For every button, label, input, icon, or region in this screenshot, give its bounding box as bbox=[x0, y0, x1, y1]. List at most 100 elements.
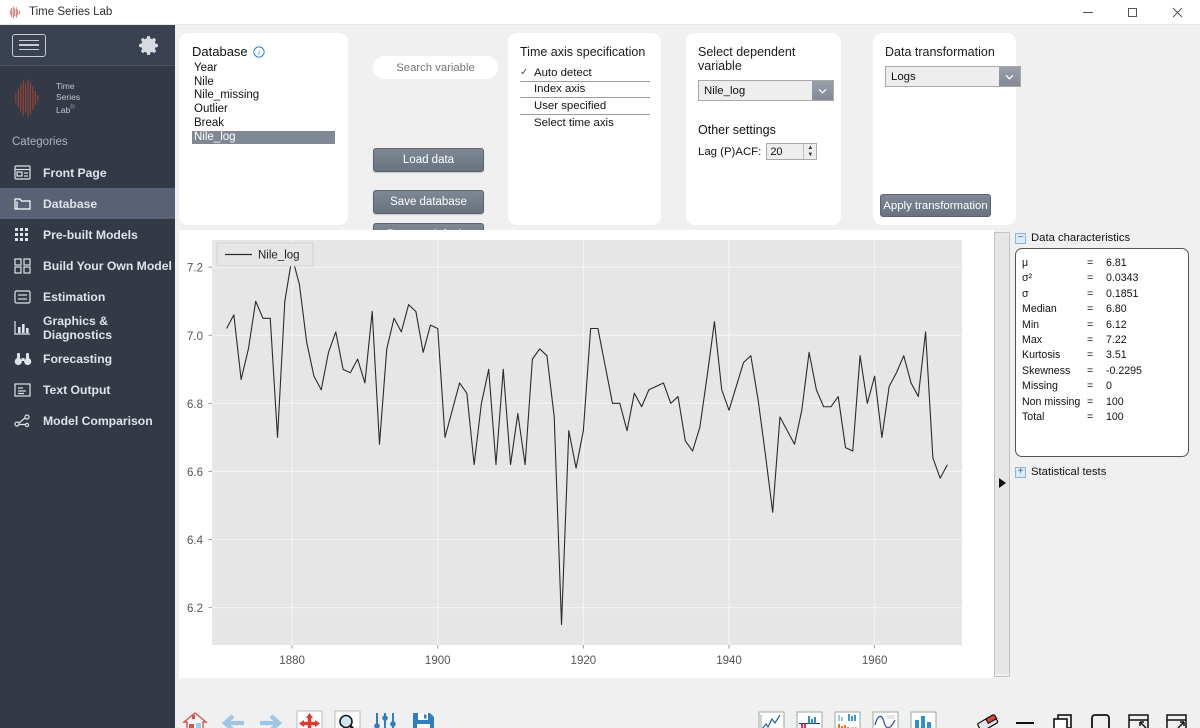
line-plot-icon[interactable] bbox=[756, 708, 786, 728]
stat-value: 100 bbox=[1106, 411, 1124, 424]
sidebar: Time Series Lab® Categories Front Page D… bbox=[0, 25, 175, 728]
hierarchy-icon bbox=[13, 411, 32, 430]
stat-row: Kurtosis = 3.51 bbox=[1022, 348, 1188, 363]
sidebar-item-database[interactable]: Database bbox=[0, 188, 175, 219]
db-variable-item[interactable]: Nile_missing bbox=[192, 89, 337, 103]
database-panel: Database i Year Nile Nile_missing Outlie… bbox=[179, 33, 348, 225]
chart-vertical-scrollbar[interactable] bbox=[994, 232, 1010, 677]
database-variable-list[interactable]: Year Nile Nile_missing Outlier Break Nil… bbox=[192, 62, 337, 145]
restore-down-window-icon[interactable] bbox=[1124, 708, 1154, 728]
eraser-icon[interactable] bbox=[972, 708, 1002, 728]
database-folder-icon bbox=[13, 194, 32, 213]
stat-key: σ bbox=[1022, 287, 1029, 300]
menu-hamburger-icon[interactable] bbox=[12, 33, 46, 57]
db-variable-item[interactable]: Nile bbox=[192, 76, 337, 90]
home-icon[interactable] bbox=[180, 708, 210, 728]
scrollbar-thumb[interactable] bbox=[995, 233, 1009, 674]
histogram-plot-icon[interactable] bbox=[908, 708, 938, 728]
sidebar-item-graphics-diagnostics[interactable]: Graphics & Diagnostics bbox=[0, 312, 175, 343]
dependent-variable-value: Nile_log bbox=[704, 84, 746, 97]
svg-text:7.0: 7.0 bbox=[187, 331, 203, 343]
data-characteristics-panel: μ = 6.81 σ² = 0.0343 σ = 0.1851 Median = 6.80 Min = 6.… bbox=[1015, 248, 1189, 457]
stepper-up-icon[interactable]: ▲ bbox=[804, 144, 816, 152]
stat-equals: = bbox=[1087, 411, 1094, 424]
stepper-arrows[interactable]: ▲ ▼ bbox=[803, 144, 816, 159]
sidebar-item-front-page[interactable]: Front Page bbox=[0, 157, 175, 188]
app-logo-icon bbox=[9, 6, 20, 18]
stat-equals: = bbox=[1087, 334, 1094, 347]
sidebar-item-build-your-own-model[interactable]: Build Your Own Model bbox=[0, 250, 175, 281]
density-plot-icon[interactable] bbox=[870, 708, 900, 728]
zoom-icon[interactable] bbox=[332, 708, 362, 728]
sidebar-item-label: Forecasting bbox=[43, 351, 113, 366]
configure-subplots-icon[interactable] bbox=[370, 708, 400, 728]
settings-gear-icon[interactable] bbox=[136, 33, 161, 58]
time-series-chart[interactable]: 6.2 6.4 6.6 6.8 7.0 7.2 1880 1900 1920 1940 1960 Ni… bbox=[179, 230, 994, 678]
multi-panel-plot-icon[interactable] bbox=[832, 708, 862, 728]
stat-equals: = bbox=[1087, 380, 1094, 393]
sidebar-item-label: Model Comparison bbox=[43, 413, 153, 428]
db-variable-item-selected[interactable]: Nile_log bbox=[192, 130, 335, 145]
stat-equals: = bbox=[1087, 303, 1094, 316]
stat-value: 6.80 bbox=[1106, 303, 1127, 316]
sidebar-item-estimation[interactable]: Estimation bbox=[0, 281, 175, 312]
forward-arrow-icon[interactable] bbox=[256, 708, 286, 728]
plot-type-toolbar bbox=[756, 708, 1192, 728]
back-arrow-icon[interactable] bbox=[218, 708, 248, 728]
stat-equals: = bbox=[1087, 395, 1094, 408]
stat-equals: = bbox=[1087, 272, 1094, 285]
search-variable-input[interactable] bbox=[373, 56, 498, 79]
expand-icon[interactable]: + bbox=[1015, 466, 1026, 478]
dependent-variable-select[interactable]: Nile_log bbox=[698, 80, 834, 101]
db-variable-item[interactable]: Break bbox=[192, 117, 337, 131]
apply-transformation-button[interactable]: Apply transformation bbox=[880, 194, 991, 217]
time-axis-option-auto-detect[interactable]: ✓ Auto detect bbox=[520, 65, 650, 82]
lag-pacf-value[interactable]: 20 bbox=[767, 144, 803, 159]
sidebar-item-forecasting[interactable]: Forecasting bbox=[0, 343, 175, 374]
window-controls bbox=[1065, 0, 1200, 25]
sidebar-item-label: Pre-built Models bbox=[43, 227, 138, 242]
bottom-toolbar bbox=[175, 703, 1200, 728]
close-button[interactable] bbox=[1155, 0, 1200, 25]
statistical-tests-header[interactable]: + Statistical tests bbox=[1015, 466, 1193, 478]
stat-equals: = bbox=[1087, 257, 1094, 269]
maximize-button[interactable] bbox=[1110, 0, 1155, 25]
time-axis-option-user-specified[interactable]: User specified bbox=[520, 98, 650, 115]
save-figure-icon[interactable] bbox=[408, 708, 438, 728]
stepper-down-icon[interactable]: ▼ bbox=[804, 152, 816, 160]
stat-value: 3.51 bbox=[1106, 349, 1127, 362]
text-output-icon bbox=[13, 380, 32, 399]
load-data-button[interactable]: Load data bbox=[373, 148, 484, 172]
option-label: Select time axis bbox=[534, 116, 614, 129]
stat-row: Median = 6.80 bbox=[1022, 302, 1188, 317]
maximize-plot-icon[interactable] bbox=[1086, 708, 1116, 728]
acf-plot-icon[interactable] bbox=[794, 708, 824, 728]
pan-icon[interactable] bbox=[294, 708, 324, 728]
sidebar-item-text-output[interactable]: Text Output bbox=[0, 374, 175, 405]
collapse-icon[interactable]: − bbox=[1015, 232, 1026, 244]
data-characteristics-header[interactable]: − Data characteristics bbox=[1015, 232, 1193, 244]
time-axis-option-index-axis[interactable]: Index axis bbox=[520, 82, 650, 98]
duplicate-window-icon[interactable] bbox=[1048, 708, 1078, 728]
sidebar-item-model-comparison[interactable]: Model Comparison bbox=[0, 405, 175, 436]
db-variable-item[interactable]: Year bbox=[192, 62, 337, 76]
stat-equals: = bbox=[1087, 364, 1094, 377]
expand-window-icon[interactable] bbox=[1162, 708, 1192, 728]
save-database-button[interactable]: Save database bbox=[373, 190, 484, 214]
stat-value: 6.81 bbox=[1106, 257, 1127, 269]
minimize-button[interactable] bbox=[1065, 0, 1110, 25]
minimize-plot-icon[interactable] bbox=[1010, 708, 1040, 728]
data-transformation-select[interactable]: Logs bbox=[885, 66, 1021, 87]
chevron-down-icon[interactable] bbox=[999, 67, 1020, 86]
time-axis-panel: Time axis specification ✓ Auto detect In… bbox=[508, 33, 661, 225]
lag-pacf-stepper[interactable]: 20 ▲ ▼ bbox=[766, 143, 818, 160]
panel-splitter-handle[interactable] bbox=[996, 473, 1008, 493]
main-content: Database i Year Nile Nile_missing Outlie… bbox=[175, 25, 1200, 728]
sidebar-item-prebuilt-models[interactable]: Pre-built Models bbox=[0, 219, 175, 250]
dependent-variable-panel: Select dependent variable Nile_log Other… bbox=[686, 33, 841, 225]
info-icon[interactable]: i bbox=[253, 45, 265, 58]
time-axis-option-select-time-axis[interactable]: Select time axis bbox=[520, 115, 650, 132]
chevron-down-icon[interactable] bbox=[812, 81, 833, 100]
chart-container: 6.2 6.4 6.6 6.8 7.0 7.2 1880 1900 1920 1940 1960 Ni… bbox=[179, 230, 994, 678]
db-variable-item[interactable]: Outlier bbox=[192, 103, 337, 117]
